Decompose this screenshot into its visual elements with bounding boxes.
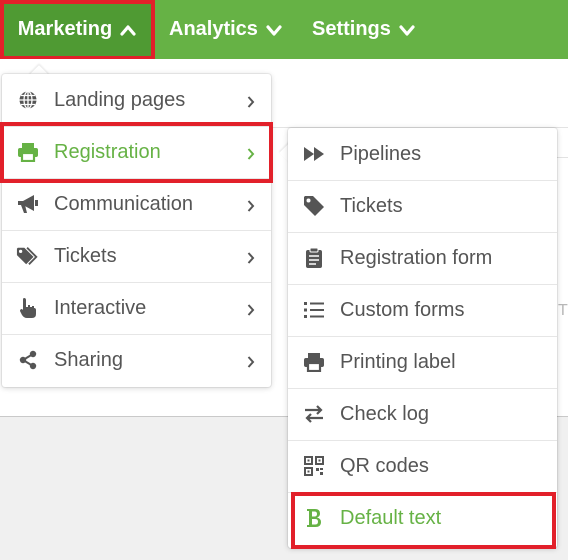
menu-item-label: Sharing (54, 348, 123, 371)
nav-settings[interactable]: Settings (312, 0, 415, 59)
menu-item-label: Tickets (54, 244, 117, 267)
submenu-item-pipelines[interactable]: Pipelines (288, 128, 557, 181)
submenu-item-label: Pipelines (340, 142, 422, 165)
nav-analytics-label: Analytics (169, 18, 258, 40)
submenu-item-custom-forms[interactable]: Custom forms (288, 284, 557, 337)
pointer-hand-icon (16, 296, 40, 320)
chevron-right-icon (247, 196, 255, 219)
submenu-item-qr-codes[interactable]: QR codes (288, 440, 557, 493)
chevron-right-icon (247, 92, 255, 115)
tags-icon (16, 244, 40, 268)
chevron-right-icon (247, 352, 255, 375)
tag-icon (302, 194, 326, 218)
submenu-item-label: Tickets (340, 194, 403, 217)
top-navigation-bar: Marketing Analytics Settings (0, 0, 568, 59)
submenu-item-default-text[interactable]: Default text (288, 492, 557, 544)
bold-icon (302, 506, 326, 530)
submenu-item-printing-label[interactable]: Printing label (288, 336, 557, 389)
chevron-right-icon (247, 248, 255, 271)
menu-item-registration[interactable]: Registration (2, 126, 271, 179)
marketing-dropdown: Landing pages Registration Communication… (2, 74, 271, 387)
printer-icon (302, 350, 326, 374)
menu-item-label: Communication (54, 192, 193, 215)
nav-marketing[interactable]: Marketing (0, 0, 154, 59)
submenu-item-tickets[interactable]: Tickets (288, 180, 557, 233)
menu-item-landing-pages[interactable]: Landing pages (2, 74, 271, 127)
fast-forward-icon (302, 142, 326, 166)
chevron-down-icon (399, 24, 415, 36)
chevron-down-icon (266, 24, 282, 36)
menu-item-label: Landing pages (54, 88, 186, 111)
menu-item-label: Interactive (54, 296, 147, 319)
submenu-item-label: QR codes (340, 454, 429, 477)
chevron-right-icon (247, 300, 255, 323)
printer-icon (16, 140, 40, 164)
submenu-item-check-log[interactable]: Check log (288, 388, 557, 441)
megaphone-icon (16, 192, 40, 216)
divider (556, 157, 568, 158)
nav-analytics[interactable]: Analytics (169, 0, 282, 59)
menu-item-tickets[interactable]: Tickets (2, 230, 271, 283)
nav-marketing-label: Marketing (17, 18, 113, 40)
submenu-item-label: Check log (340, 402, 429, 425)
submenu-item-label: Registration form (340, 246, 493, 269)
menu-item-sharing[interactable]: Sharing (2, 334, 271, 386)
share-icon (16, 348, 40, 372)
menu-item-label: Registration (54, 140, 161, 163)
submenu-item-registration-form[interactable]: Registration form (288, 232, 557, 285)
submenu-item-label: Custom forms (340, 298, 465, 321)
list-icon (302, 298, 326, 322)
registration-submenu: Pipelines Tickets Registration form Cust… (288, 128, 557, 548)
submenu-item-label: Printing label (340, 350, 456, 373)
nav-settings-label: Settings (312, 18, 391, 40)
page-faint-text: T (558, 302, 568, 319)
clipboard-icon (302, 246, 326, 270)
chevron-up-icon (120, 24, 136, 36)
exchange-icon (302, 402, 326, 426)
submenu-item-label: Default text (340, 506, 442, 529)
menu-item-communication[interactable]: Communication (2, 178, 271, 231)
chevron-right-icon (247, 144, 255, 167)
qrcode-icon (302, 454, 326, 478)
globe-icon (16, 88, 40, 112)
menu-item-interactive[interactable]: Interactive (2, 282, 271, 335)
